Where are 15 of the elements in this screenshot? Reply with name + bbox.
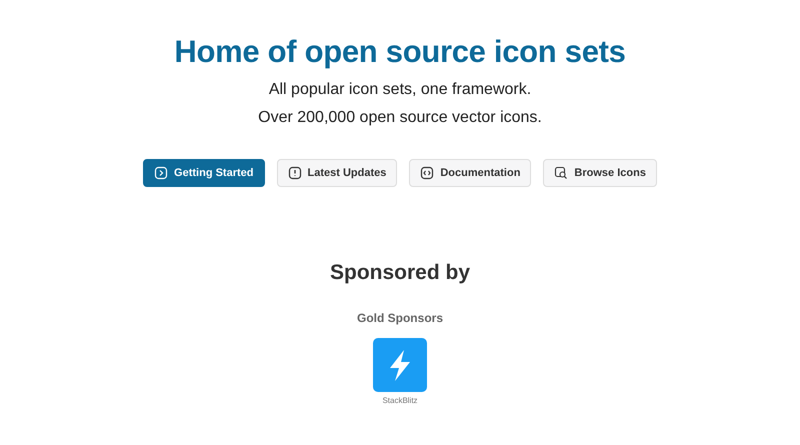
secondary-button[interactable]: Browse Icons [543,159,657,187]
primary-button[interactable]: Getting Started [143,159,264,187]
secondary-button[interactable]: Latest Updates [276,159,398,187]
page-title: Home of open source icon sets [174,34,626,70]
alert-icon [288,166,302,180]
secondary-button[interactable]: Documentation [409,159,532,187]
section-heading: Sponsored by [330,261,470,285]
search-icon [554,166,568,180]
sponsor-name: StackBlitz [382,396,418,405]
code-icon [420,166,434,180]
tagline: Over 200,000 open source vector icons. [258,108,542,128]
tier-heading: Gold Sponsors [356,311,443,325]
chevron-icon [154,166,168,180]
tagline: All popular icon sets, one framework. [268,80,532,100]
lightning-logo[interactable] [373,338,427,392]
